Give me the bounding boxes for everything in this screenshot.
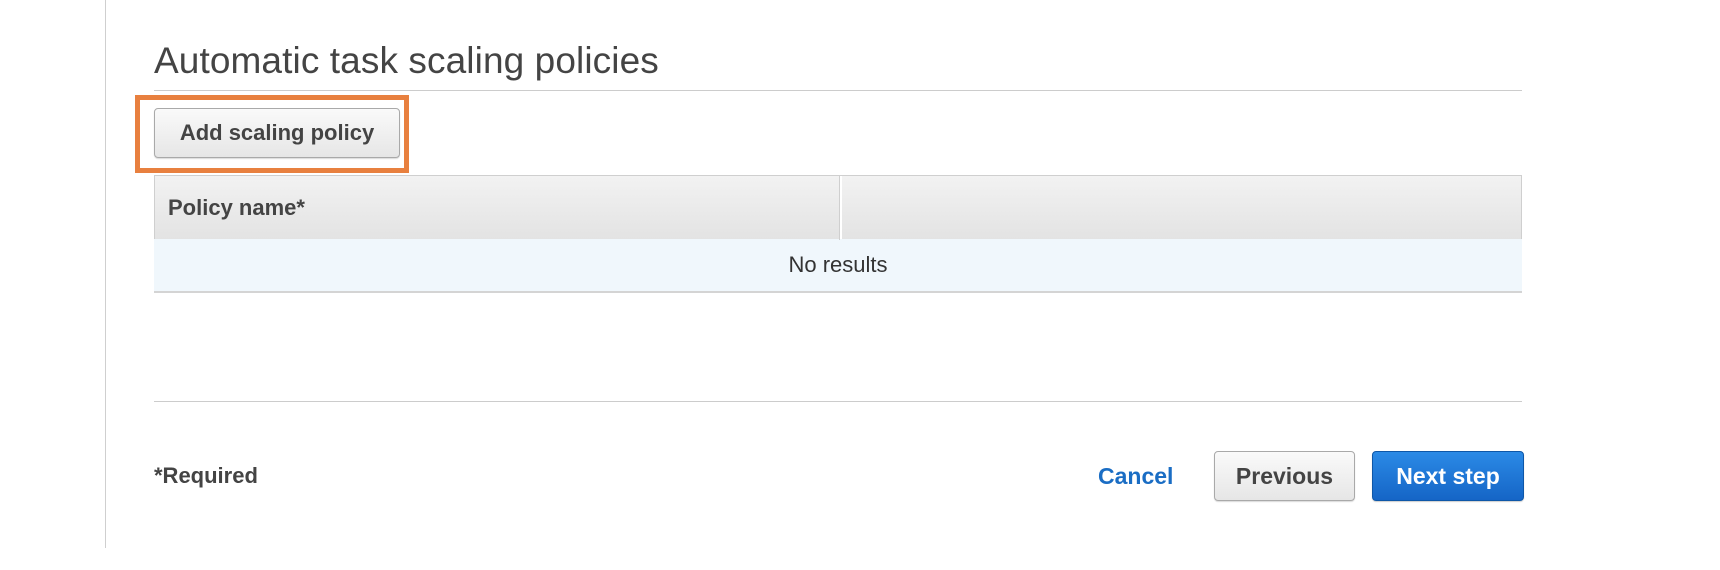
scaling-policies-table: Policy name* No results <box>154 175 1522 293</box>
add-scaling-policy-button[interactable]: Add scaling policy <box>154 108 400 158</box>
section-title: Automatic task scaling policies <box>154 40 659 81</box>
footer-divider <box>154 401 1522 402</box>
left-divider <box>105 0 106 548</box>
next-step-button[interactable]: Next step <box>1372 451 1524 501</box>
page: Automatic task scaling policies Add scal… <box>0 0 1720 570</box>
table-empty-row: No results <box>154 239 1522 293</box>
required-note: *Required <box>154 463 258 488</box>
table-header: Policy name* <box>154 175 1522 240</box>
column-header-empty <box>842 176 1521 240</box>
previous-button[interactable]: Previous <box>1214 451 1355 501</box>
column-header-policy-name[interactable]: Policy name* <box>155 176 840 240</box>
title-divider <box>154 90 1522 91</box>
cancel-link[interactable]: Cancel <box>1098 463 1173 490</box>
